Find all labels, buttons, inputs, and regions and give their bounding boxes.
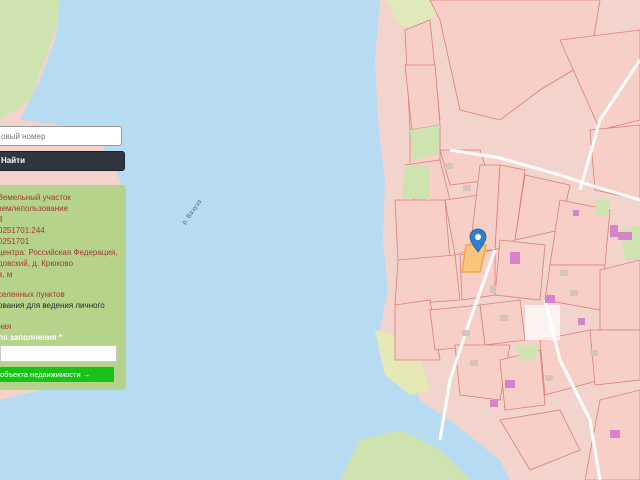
building xyxy=(445,163,453,169)
building xyxy=(618,232,632,240)
parcel[interactable] xyxy=(394,199,451,261)
building xyxy=(470,360,478,366)
building xyxy=(510,252,520,264)
info-line: селенных пунктов xyxy=(0,290,65,299)
parcel[interactable] xyxy=(599,259,640,331)
building xyxy=(462,330,470,336)
building xyxy=(570,290,578,296)
greenery-patch xyxy=(402,165,430,200)
info-line: центра: Российская Федерация, xyxy=(0,248,118,257)
info-line: 0251701:244 xyxy=(0,226,45,235)
info-line: ования для ведения личного xyxy=(0,301,105,310)
parcel[interactable] xyxy=(479,299,526,346)
property-object-button[interactable]: объекта недвижимости → xyxy=(0,367,114,382)
info-line: ля заполнения * xyxy=(0,333,62,342)
parcel[interactable] xyxy=(429,304,486,351)
parcel-info-panel: Земельный участок землепользование 3 025… xyxy=(0,185,126,390)
building xyxy=(490,285,496,293)
greenery-patch xyxy=(595,200,610,215)
info-line: землепользование xyxy=(0,204,69,213)
search-input-placeholder: овый номер xyxy=(1,132,46,141)
info-line: довский, д. Крюково xyxy=(0,259,74,268)
open-area xyxy=(525,305,560,340)
find-button[interactable]: Найти xyxy=(0,151,125,171)
building xyxy=(505,380,515,388)
info-text-field[interactable] xyxy=(0,345,117,362)
building xyxy=(573,210,579,216)
info-line: ная xyxy=(0,322,12,331)
info-line: 0251701 xyxy=(0,237,30,246)
parcel[interactable] xyxy=(589,329,640,386)
building xyxy=(545,375,553,381)
building xyxy=(463,185,471,191)
info-line: в, м xyxy=(0,270,13,279)
building xyxy=(610,225,618,237)
greenery-patch xyxy=(410,125,440,160)
building xyxy=(545,295,555,303)
building xyxy=(590,350,598,356)
parcel[interactable] xyxy=(494,239,546,301)
building xyxy=(500,315,508,321)
building xyxy=(490,400,498,407)
cadastral-number-input[interactable]: овый номер xyxy=(0,126,122,146)
info-line: Земельный участок xyxy=(0,193,71,202)
parcel[interactable] xyxy=(394,254,461,306)
building xyxy=(560,270,568,276)
building xyxy=(610,430,620,438)
info-line: 3 xyxy=(0,215,3,224)
building xyxy=(578,318,585,325)
